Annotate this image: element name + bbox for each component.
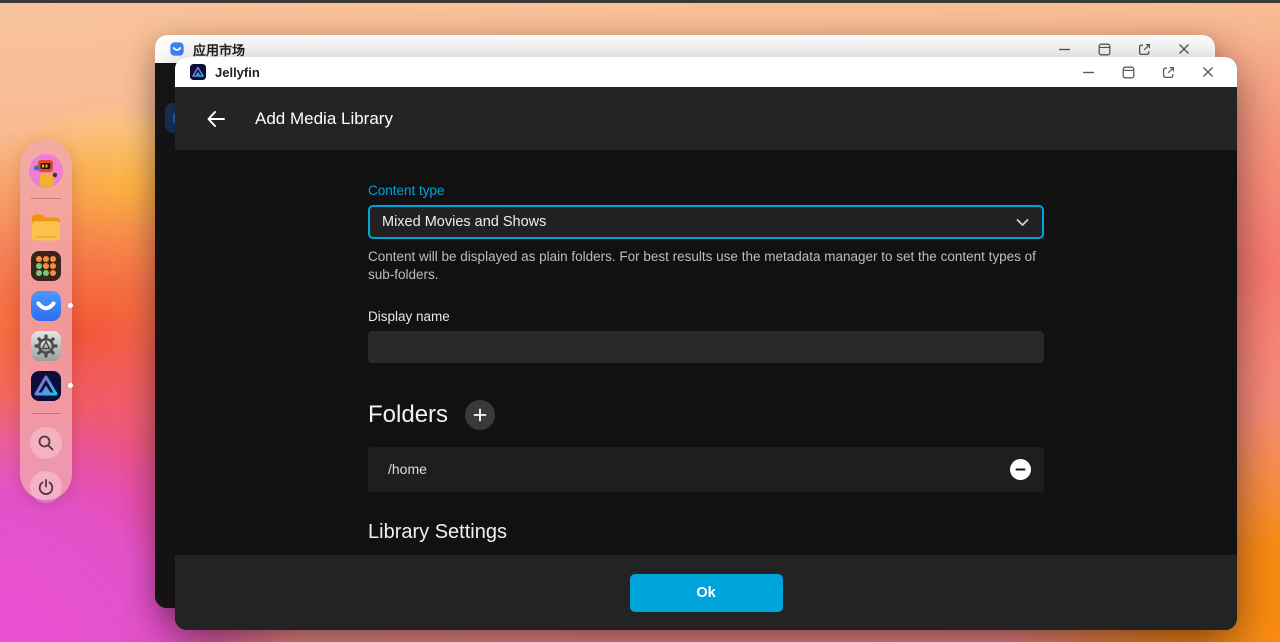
app-store-icon [170,42,184,56]
app-grid-icon [31,251,61,281]
add-folder-button[interactable] [465,399,496,430]
back-button[interactable] [203,106,229,132]
dialog-footer: Ok [175,555,1237,630]
file-manager[interactable] [28,208,64,244]
minus-icon [1015,468,1026,471]
running-indicator [68,383,73,388]
search-button[interactable] [30,427,62,459]
close-icon [1179,44,1189,54]
dock-divider [31,413,61,414]
jellyfin[interactable] [28,368,73,404]
popout-icon [1138,43,1150,55]
content-type-help: Content will be displayed as plain folde… [368,249,1036,282]
display-name-input[interactable] [368,330,1044,363]
dialog-content: Content type Mixed Movies and Shows Cont… [175,150,1237,555]
avatar-robot-icon [29,154,63,188]
minimize-icon [1058,48,1070,50]
minimize-button[interactable] [1057,42,1071,56]
library-settings-heading: Library Settings [368,520,507,543]
search-icon [38,435,54,451]
jellyfin-titlebar[interactable]: Jellyfin [175,57,1237,87]
jellyfin-window: Jellyfin Add Media Library Content type … [175,57,1237,630]
content-type-value: Mixed Movies and Shows [382,214,547,230]
close-button[interactable] [1177,42,1191,56]
screen-top-edge [0,0,1280,3]
minimize-icon [1082,71,1094,73]
plus-icon [473,408,487,422]
app-launcher[interactable] [28,248,64,284]
ok-button[interactable]: Ok [629,574,783,612]
window-title: 应用市场 [193,42,246,58]
dock-divider [31,198,61,199]
jellyfin-icon [190,64,206,80]
popout-button[interactable] [1161,65,1175,79]
dialog-header: Add Media Library [175,87,1237,150]
power-button[interactable] [30,471,62,503]
app-store-icon [31,291,61,321]
gear-icon [31,331,61,361]
running-indicator [68,303,73,308]
user-avatar[interactable] [28,153,64,189]
content-type-select[interactable]: Mixed Movies and Shows [368,205,1044,239]
window-title: Jellyfin [215,64,260,80]
jellyfin-icon [31,371,61,401]
folder-icon [32,214,60,241]
popout-button[interactable] [1137,42,1151,56]
chevron-down-icon [1016,218,1029,226]
folder-path: /home [388,461,427,478]
maximize-icon [1122,66,1134,78]
popout-icon [1162,66,1174,78]
folders-heading: Folders [368,400,449,428]
maximize-button[interactable] [1121,65,1135,79]
close-icon [1203,67,1213,77]
settings[interactable] [28,328,64,364]
app-store[interactable] [28,288,73,324]
close-button[interactable] [1201,65,1215,79]
back-arrow-icon [207,110,225,127]
remove-folder-button[interactable] [1010,458,1031,480]
dock [20,140,73,503]
maximize-icon [1098,43,1110,55]
folder-list-item[interactable]: /home [368,446,1044,492]
power-icon [38,479,54,495]
content-type-label: Content type [368,183,445,198]
display-name-label: Display name [368,308,450,324]
minimize-button[interactable] [1081,65,1095,79]
dialog-title: Add Media Library [255,108,393,128]
maximize-button[interactable] [1097,42,1111,56]
